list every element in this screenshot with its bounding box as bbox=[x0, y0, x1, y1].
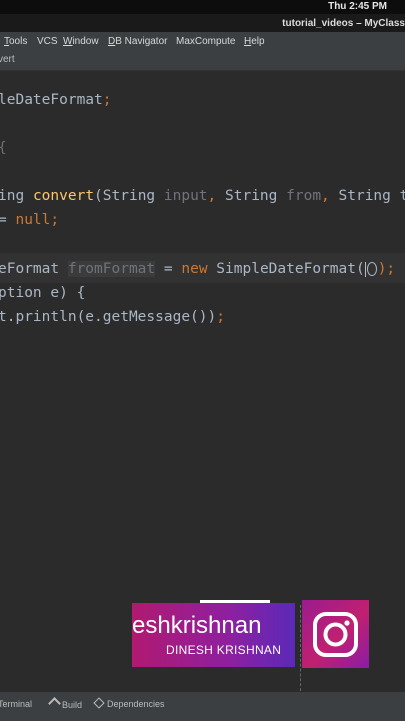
code-token: = bbox=[0, 212, 7, 228]
breadcrumb: vert bbox=[0, 50, 405, 71]
menu-tools[interactable]: Tools bbox=[4, 36, 27, 47]
code-token: (String bbox=[94, 188, 164, 204]
code-line-catch: ption e) { bbox=[0, 285, 85, 302]
menu-help[interactable]: Help bbox=[244, 36, 265, 47]
code-line-method-signature: ing convert(String input, String from, S… bbox=[0, 188, 405, 205]
code-line-println: t.println(e.getMessage()); bbox=[0, 309, 225, 326]
breadcrumb-item-convert[interactable]: vert bbox=[0, 54, 15, 65]
instagram-icon bbox=[313, 612, 358, 657]
param-from: from bbox=[286, 188, 322, 204]
code-token: ption e) { bbox=[0, 285, 86, 301]
menu-vcs[interactable]: VCS bbox=[37, 36, 58, 47]
code-token: String t bbox=[338, 188, 405, 204]
code-token: new bbox=[181, 261, 208, 277]
menu-help-label: elp bbox=[251, 36, 265, 47]
code-token: null bbox=[15, 212, 51, 228]
code-line-null-init: = null; bbox=[0, 212, 59, 229]
code-token: String bbox=[225, 188, 287, 204]
unused-variable: fromFormat bbox=[67, 261, 156, 277]
system-clock[interactable]: Thu 2:45 PM bbox=[328, 1, 387, 12]
param-input: input bbox=[163, 188, 208, 204]
menu-maxcompute-label: MaxCompute bbox=[176, 36, 236, 47]
system-top-bar: Thu 2:45 PM bbox=[0, 0, 405, 14]
code-token: SimpleDateFormat( bbox=[207, 261, 365, 277]
text-cursor bbox=[364, 261, 366, 277]
code-line-class-open: { bbox=[0, 140, 7, 157]
code-token: eFormat bbox=[0, 261, 68, 277]
tab-terminal-label: Terminal bbox=[0, 699, 33, 709]
code-token: ; bbox=[50, 212, 60, 228]
creator-full-name: DINESH KRISHNAN bbox=[166, 643, 282, 657]
menu-tools-label: ools bbox=[9, 36, 28, 47]
menu-db-navigator[interactable]: DB Navigator bbox=[108, 36, 167, 47]
menu-vcs-label: VCS bbox=[37, 36, 58, 47]
menu-db-navigator-label: B Navigator bbox=[115, 36, 168, 47]
tab-terminal[interactable]: Terminal bbox=[0, 699, 32, 709]
window-title: tutorial_videos – MyClass bbox=[282, 18, 405, 29]
creator-name-banner: eshkrishnan DINESH KRISHNAN bbox=[132, 603, 295, 667]
code-token: ); bbox=[377, 261, 396, 277]
tab-build[interactable]: Build bbox=[48, 697, 83, 710]
menu-window[interactable]: Window bbox=[63, 36, 99, 47]
window-title-bar: tutorial_videos – MyClass bbox=[0, 14, 405, 32]
code-token: ; bbox=[102, 92, 112, 108]
method-name: convert bbox=[32, 188, 95, 204]
tab-build-label: Build bbox=[62, 700, 83, 710]
menu-bar: Tools VCS Window DB Navigator MaxCompute… bbox=[0, 32, 405, 50]
creator-handle: eshkrishnan bbox=[132, 612, 262, 639]
code-line-import: leDateFormat; bbox=[0, 92, 112, 109]
code-token: , bbox=[207, 188, 226, 204]
hammer-icon bbox=[48, 697, 61, 710]
code-token: { bbox=[0, 140, 7, 156]
instagram-badge bbox=[302, 600, 369, 668]
code-token: ; bbox=[216, 309, 225, 325]
code-token: , bbox=[321, 188, 339, 204]
dependencies-icon bbox=[93, 697, 105, 709]
tab-dependencies[interactable]: Dependencies bbox=[93, 697, 165, 709]
menu-maxcompute[interactable]: MaxCompute bbox=[176, 36, 235, 47]
code-token: = bbox=[155, 261, 182, 277]
code-line-format-decl: eFormat fromFormat = new SimpleDateForma… bbox=[0, 261, 395, 278]
code-token: t.println(e.getMessage()) bbox=[0, 309, 217, 325]
code-editor[interactable]: leDateFormat; { ing convert(String input… bbox=[0, 71, 405, 691]
fold-marker bbox=[0, 368, 3, 374]
code-token: ing bbox=[0, 188, 25, 204]
tab-dependencies-label: Dependencies bbox=[107, 699, 165, 709]
menu-window-label: indow bbox=[72, 36, 99, 47]
parameter-info-icon bbox=[366, 262, 377, 276]
code-token: leDateFormat bbox=[0, 92, 103, 108]
tool-window-bar: Terminal Build Dependencies bbox=[0, 691, 405, 721]
